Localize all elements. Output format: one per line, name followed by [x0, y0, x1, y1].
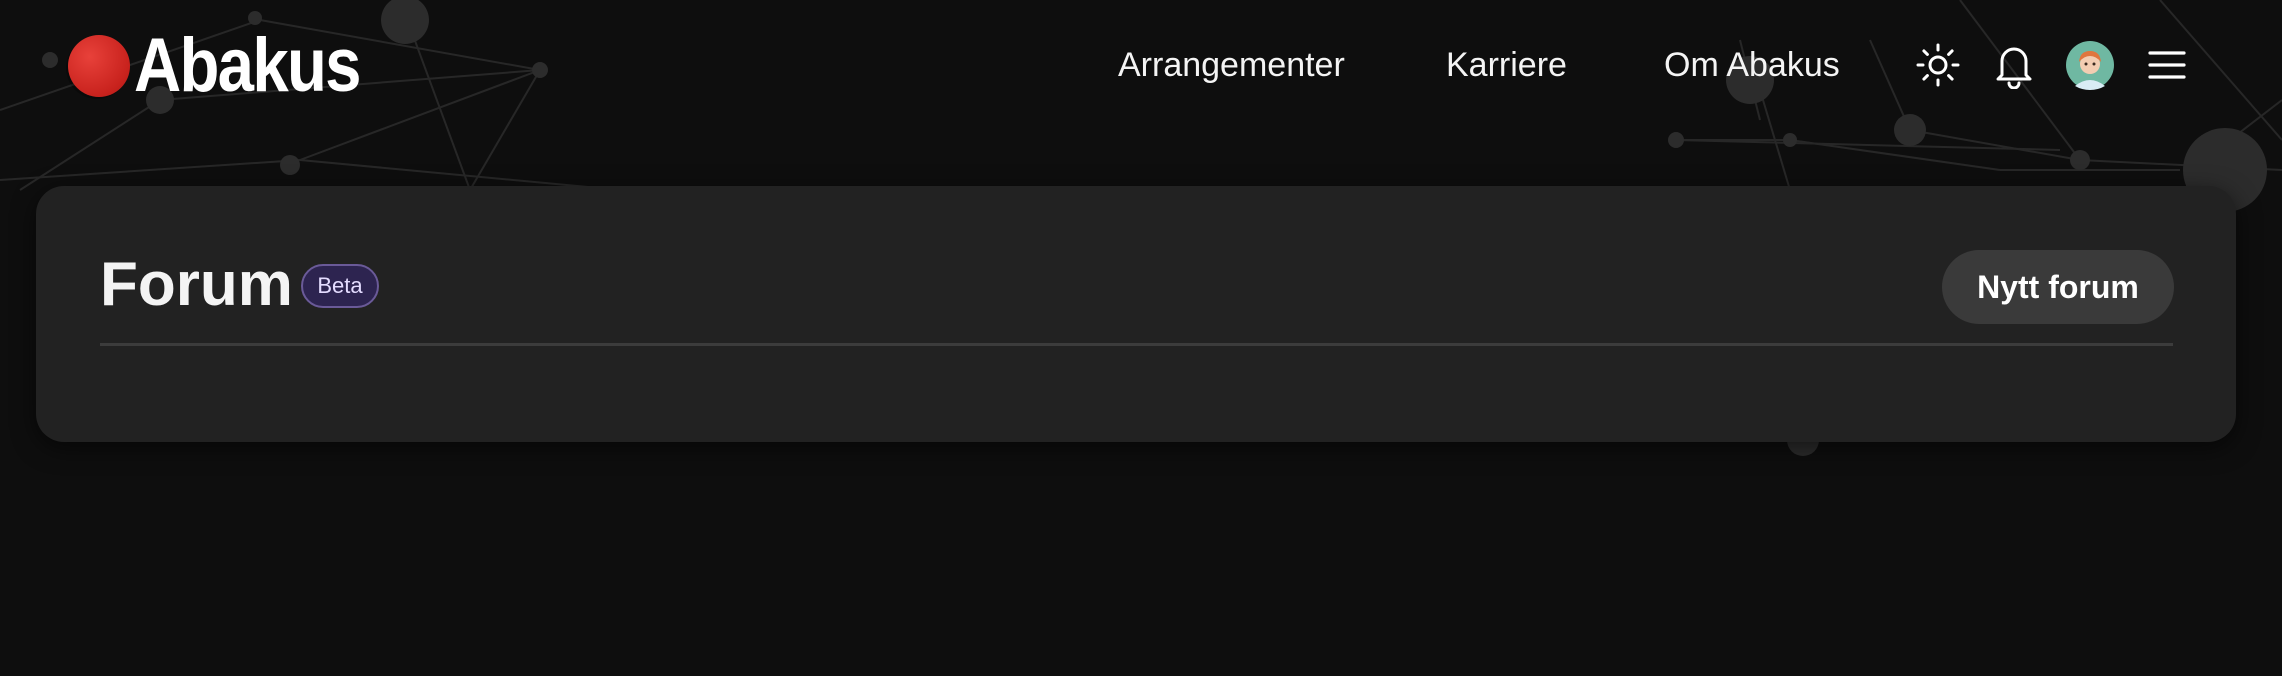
logo-dot — [68, 35, 130, 97]
nav-link-arrangementer[interactable]: Arrangementer — [1118, 46, 1345, 85]
theme-toggle-button[interactable] — [1913, 40, 1963, 90]
menu-icon — [2148, 51, 2186, 79]
logo-text: Abakus — [134, 23, 362, 108]
page-title: Forum — [100, 250, 293, 319]
abakus-logo[interactable]: Abakus — [68, 26, 397, 106]
site-header: Abakus Arrangementer Karriere Om Abakus — [0, 0, 2282, 130]
beta-badge: Beta — [301, 264, 379, 308]
new-forum-button[interactable]: Nytt forum — [1942, 250, 2174, 324]
nav-link-om-abakus[interactable]: Om Abakus — [1664, 46, 1840, 85]
page: Abakus Arrangementer Karriere Om Abakus — [0, 0, 2282, 676]
menu-button[interactable] — [2142, 40, 2192, 90]
avatar — [2066, 41, 2114, 90]
notifications-button[interactable] — [1989, 40, 2039, 90]
bell-icon — [1996, 47, 2032, 89]
profile-button[interactable] — [2065, 40, 2115, 90]
forum-card: Forum Beta Nytt forum — [36, 186, 2236, 442]
nav-link-karriere[interactable]: Karriere — [1446, 46, 1567, 85]
sun-icon — [1916, 43, 1960, 87]
title-divider — [100, 343, 2173, 346]
